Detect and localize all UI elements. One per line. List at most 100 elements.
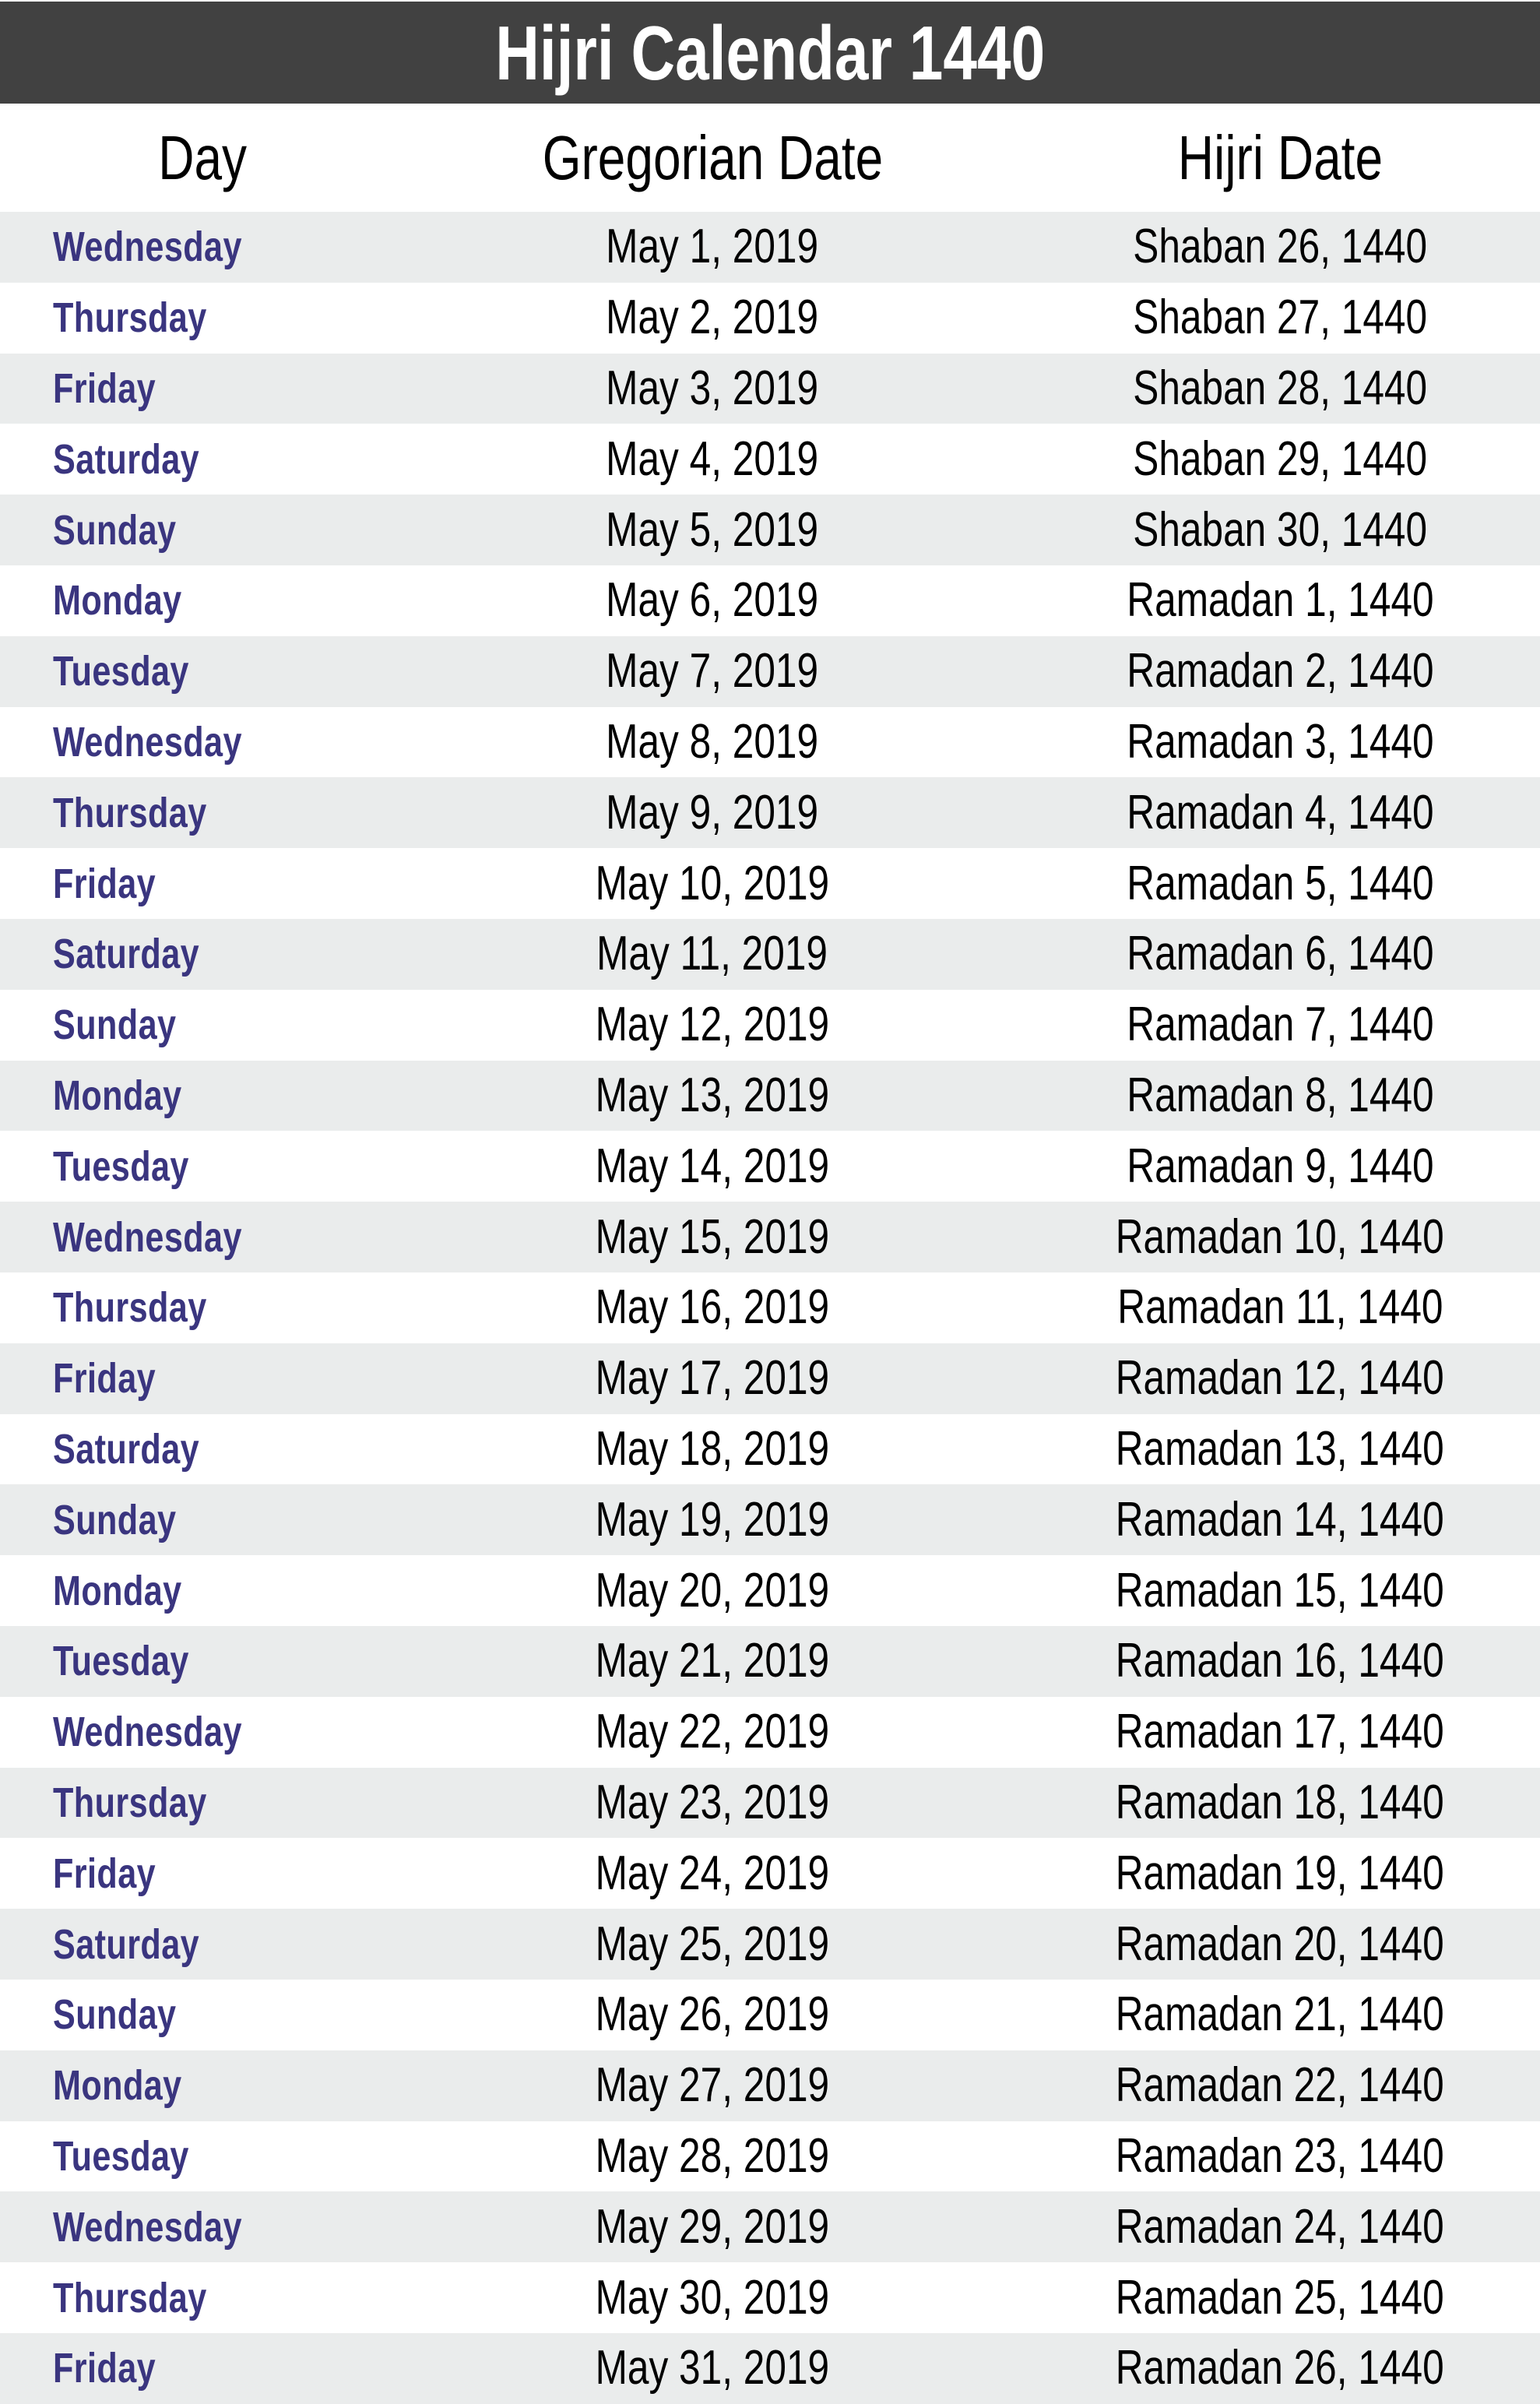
cell-hijri: Shaban 28, 1440 [1020,354,1540,424]
table-row[interactable]: Friday May 3, 2019 Shaban 28, 1440 [0,353,1540,424]
cell-day-label: Wednesday [53,2203,242,2251]
cell-day: Thursday [0,1768,405,1839]
table-row[interactable]: Wednesday May 22, 2019 Ramadan 17, 1440 [0,1696,1540,1768]
cell-gregorian-label: May 29, 2019 [595,2199,830,2254]
table-row[interactable]: Monday May 20, 2019 Ramadan 15, 1440 [0,1555,1540,1626]
cell-gregorian-label: May 4, 2019 [606,431,819,486]
table-row[interactable]: Tuesday May 7, 2019 Ramadan 2, 1440 [0,635,1540,707]
cell-day-label: Friday [53,2345,156,2392]
cell-gregorian-label: May 22, 2019 [595,1705,830,1759]
cell-hijri-label: Shaban 28, 1440 [1133,361,1427,415]
cell-day: Friday [0,2333,405,2404]
table-row[interactable]: Monday May 6, 2019 Ramadan 1, 1440 [0,565,1540,636]
table-row[interactable]: Friday May 31, 2019 Ramadan 26, 1440 [0,2332,1540,2404]
cell-gregorian: May 20, 2019 [405,1555,1020,1626]
cell-gregorian: May 14, 2019 [405,1131,1020,1202]
table-row[interactable]: Saturday May 11, 2019 Ramadan 6, 1440 [0,918,1540,990]
cell-gregorian-label: May 27, 2019 [595,2058,830,2113]
cell-gregorian: May 31, 2019 [405,2333,1020,2404]
cell-gregorian-label: May 20, 2019 [595,1563,830,1617]
table-row[interactable]: Saturday May 18, 2019 Ramadan 13, 1440 [0,1413,1540,1485]
cell-gregorian-label: May 25, 2019 [595,1917,830,1971]
cell-gregorian: May 10, 2019 [405,848,1020,919]
cell-day-label: Friday [53,1355,156,1403]
cell-day: Monday [0,1061,405,1132]
cell-gregorian-label: May 5, 2019 [606,502,819,557]
table-row[interactable]: Tuesday May 21, 2019 Ramadan 16, 1440 [0,1625,1540,1697]
cell-day-label: Thursday [53,1284,207,1332]
cell-day: Saturday [0,919,405,990]
cell-hijri: Ramadan 14, 1440 [1020,1484,1540,1555]
cell-gregorian: May 9, 2019 [405,777,1020,848]
table-row[interactable]: Thursday May 23, 2019 Ramadan 18, 1440 [0,1767,1540,1839]
table-row[interactable]: Sunday May 5, 2019 Shaban 30, 1440 [0,495,1540,565]
table-row[interactable]: Saturday May 4, 2019 Shaban 29, 1440 [0,424,1540,495]
cell-gregorian: May 12, 2019 [405,990,1020,1061]
cell-hijri-label: Ramadan 23, 1440 [1116,2128,1444,2183]
cell-hijri-label: Ramadan 13, 1440 [1116,1421,1444,1476]
cell-day: Thursday [0,283,405,354]
cell-gregorian: May 29, 2019 [405,2191,1020,2262]
cell-hijri-label: Ramadan 6, 1440 [1126,927,1434,981]
cell-day: Wednesday [0,1697,405,1768]
cell-hijri: Ramadan 11, 1440 [1020,1272,1540,1343]
cell-gregorian: May 27, 2019 [405,2050,1020,2121]
cell-day-label: Thursday [53,2274,207,2321]
table-row[interactable]: Monday May 27, 2019 Ramadan 22, 1440 [0,2050,1540,2121]
table-row[interactable]: Thursday May 2, 2019 Shaban 27, 1440 [0,282,1540,354]
cell-gregorian-label: May 3, 2019 [606,361,819,415]
table-row[interactable]: Sunday May 12, 2019 Ramadan 7, 1440 [0,989,1540,1061]
cell-gregorian-label: May 16, 2019 [595,1280,830,1335]
cell-hijri: Ramadan 10, 1440 [1020,1202,1540,1272]
cell-gregorian: May 16, 2019 [405,1272,1020,1343]
table-row[interactable]: Thursday May 9, 2019 Ramadan 4, 1440 [0,777,1540,849]
cell-hijri: Ramadan 7, 1440 [1020,990,1540,1061]
cell-gregorian-label: May 14, 2019 [595,1139,830,1193]
cell-day-label: Wednesday [53,224,242,271]
table-row[interactable]: Thursday May 30, 2019 Ramadan 25, 1440 [0,2262,1540,2333]
cell-gregorian-label: May 12, 2019 [595,998,830,1052]
cell-day: Friday [0,848,405,919]
cell-gregorian: May 24, 2019 [405,1838,1020,1909]
cell-hijri-label: Ramadan 14, 1440 [1116,1492,1444,1547]
cell-gregorian-label: May 17, 2019 [595,1351,830,1406]
cell-day-label: Friday [53,364,156,412]
cell-gregorian-label: May 15, 2019 [595,1209,830,1264]
cell-day: Thursday [0,1272,405,1343]
cell-hijri: Ramadan 9, 1440 [1020,1131,1540,1202]
table-row[interactable]: Tuesday May 28, 2019 Ramadan 23, 1440 [0,2121,1540,2192]
cell-hijri-label: Ramadan 26, 1440 [1116,2341,1444,2395]
table-row[interactable]: Wednesday May 15, 2019 Ramadan 10, 1440 [0,1202,1540,1272]
cell-day-label: Monday [53,577,182,625]
column-header-day-label: Day [158,122,247,192]
table-row[interactable]: Wednesday May 29, 2019 Ramadan 24, 1440 [0,2191,1540,2263]
cell-gregorian-label: May 7, 2019 [606,644,819,699]
table-row[interactable]: Friday May 17, 2019 Ramadan 12, 1440 [0,1343,1540,1414]
table-row[interactable]: Saturday May 25, 2019 Ramadan 20, 1440 [0,1909,1540,1980]
cell-hijri-label: Ramadan 18, 1440 [1116,1775,1444,1829]
cell-hijri: Shaban 29, 1440 [1020,424,1540,495]
cell-hijri-label: Ramadan 15, 1440 [1116,1563,1444,1617]
cell-gregorian-label: May 18, 2019 [595,1421,830,1476]
cell-day-label: Sunday [53,1496,177,1543]
cell-day-label: Thursday [53,1779,207,1826]
table-row[interactable]: Thursday May 16, 2019 Ramadan 11, 1440 [0,1272,1540,1343]
table-row[interactable]: Monday May 13, 2019 Ramadan 8, 1440 [0,1060,1540,1132]
table-row[interactable]: Wednesday May 8, 2019 Ramadan 3, 1440 [0,706,1540,778]
cell-day: Thursday [0,2262,405,2333]
cell-day-label: Sunday [53,1001,177,1049]
cell-day: Tuesday [0,2121,405,2192]
cell-day: Sunday [0,1980,405,2050]
table-row[interactable]: Sunday May 19, 2019 Ramadan 14, 1440 [0,1484,1540,1556]
table-row[interactable]: Tuesday May 14, 2019 Ramadan 9, 1440 [0,1131,1540,1202]
cell-hijri-label: Ramadan 11, 1440 [1116,1280,1443,1335]
table-row[interactable]: Friday May 10, 2019 Ramadan 5, 1440 [0,848,1540,919]
table-row[interactable]: Friday May 24, 2019 Ramadan 19, 1440 [0,1838,1540,1909]
table-row[interactable]: Sunday May 26, 2019 Ramadan 21, 1440 [0,1979,1540,2050]
cell-hijri: Ramadan 22, 1440 [1020,2050,1540,2121]
title-bar: Hijri Calendar 1440 [0,2,1540,104]
cell-gregorian: May 3, 2019 [405,354,1020,424]
cell-hijri-label: Ramadan 9, 1440 [1126,1139,1434,1193]
table-row[interactable]: Wednesday May 1, 2019 Shaban 26, 1440 [0,212,1540,283]
cell-day-label: Saturday [53,1425,200,1473]
